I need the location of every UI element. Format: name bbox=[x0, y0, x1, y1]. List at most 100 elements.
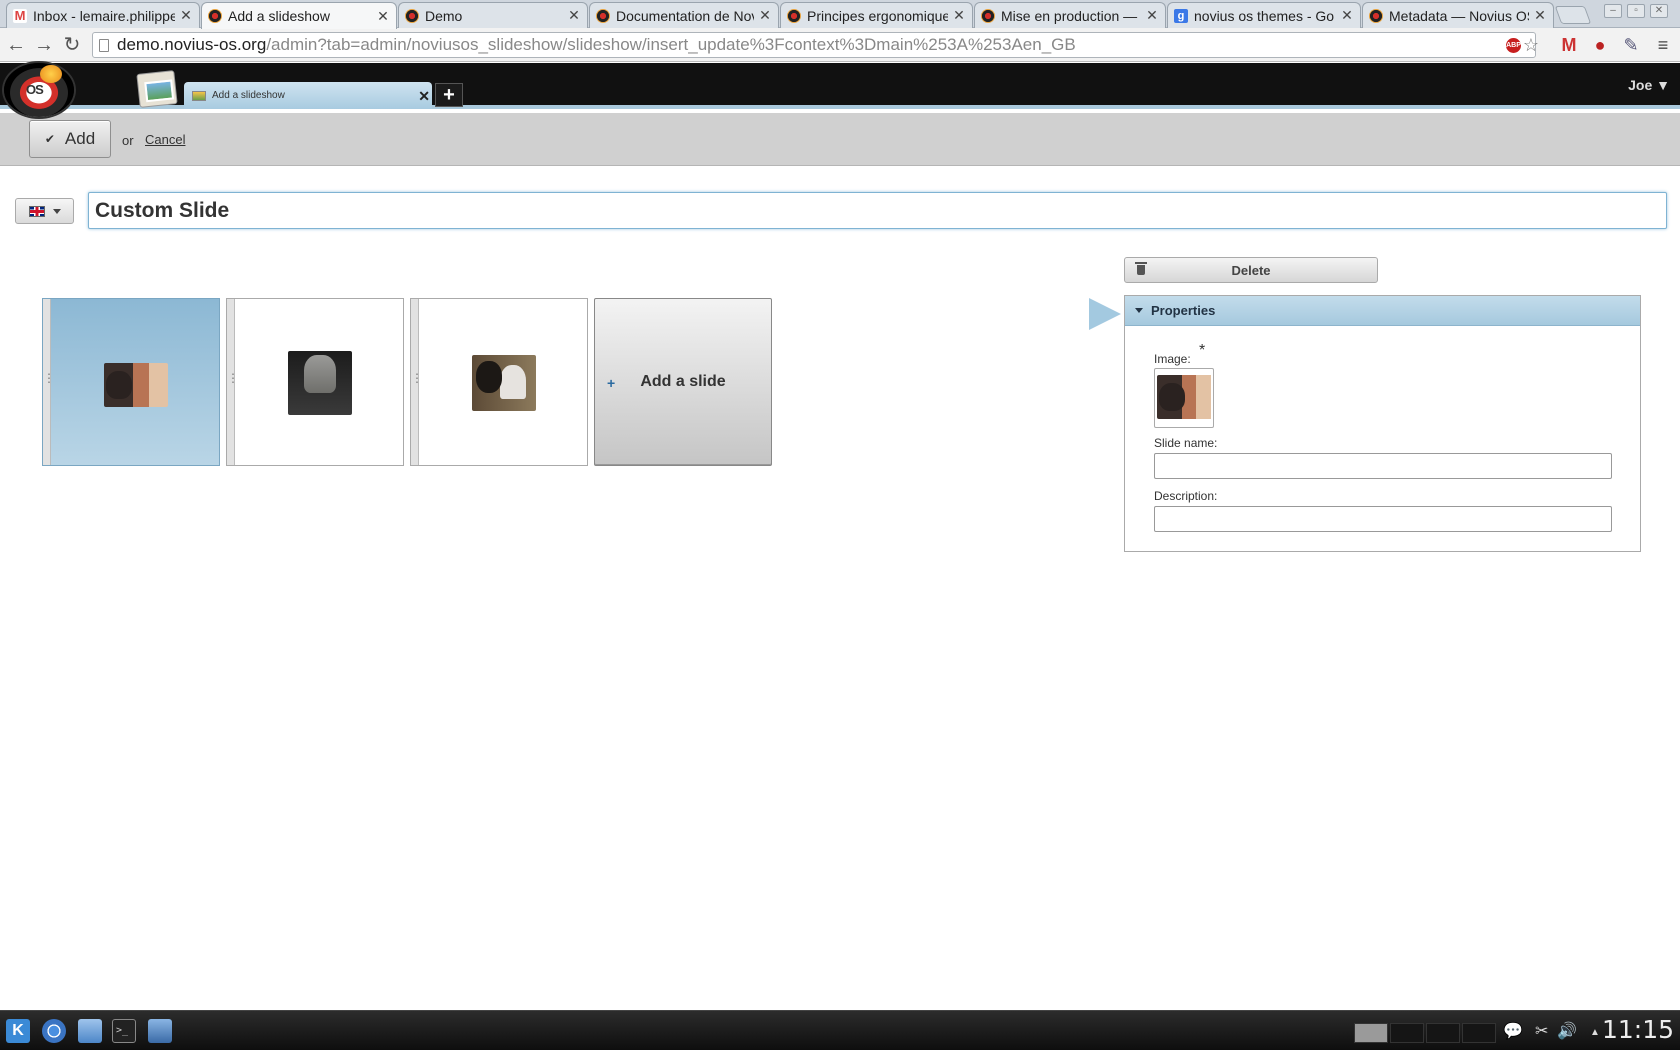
url-path: /admin?tab=admin/noviusos_slideshow/slid… bbox=[266, 35, 1076, 54]
tab-title: novius os themes - Go bbox=[1194, 7, 1335, 24]
slide-item[interactable] bbox=[42, 298, 220, 466]
browser-tab-documentation[interactable]: Documentation de Nov ✕ bbox=[589, 2, 779, 28]
page-icon bbox=[99, 38, 109, 52]
tab-title: Demo bbox=[425, 7, 463, 24]
browser-toolbar: ← → ↻ demo.novius-os.org/admin?tab=admin… bbox=[0, 28, 1680, 62]
menu-icon[interactable]: ≡ bbox=[1652, 34, 1674, 56]
gmail-extension-icon[interactable]: M bbox=[1558, 34, 1580, 56]
forward-arrow-icon[interactable]: → bbox=[32, 33, 56, 57]
desktop-pager-2[interactable] bbox=[1390, 1023, 1424, 1043]
add-slide-button[interactable]: + Add a slide bbox=[594, 298, 772, 466]
browser-tab-inbox[interactable]: M Inbox - lemaire.philippe ✕ bbox=[6, 2, 200, 28]
desktop-pager-3[interactable] bbox=[1426, 1023, 1460, 1043]
close-icon[interactable]: ✕ bbox=[376, 8, 390, 25]
file-manager-icon[interactable] bbox=[78, 1019, 102, 1043]
cancel-link[interactable]: Cancel bbox=[145, 132, 185, 147]
browser-tab-mise-en-production[interactable]: Mise en production — ✕ bbox=[974, 2, 1166, 28]
delete-button[interactable]: Delete bbox=[1124, 257, 1378, 283]
bookmark-star-icon[interactable]: ☆ bbox=[1523, 35, 1539, 56]
scissors-icon[interactable]: ✂ bbox=[1535, 1021, 1548, 1041]
novius-tab-add-slideshow[interactable]: Add a slideshow ✕ bbox=[184, 82, 432, 109]
properties-panel: Properties Image: * Slide name: Descript… bbox=[1124, 295, 1641, 552]
slideshow-icon bbox=[192, 90, 206, 101]
browser-tab-add-slideshow[interactable]: Add a slideshow ✕ bbox=[201, 2, 397, 29]
minimize-icon[interactable]: – bbox=[1604, 4, 1622, 18]
tab-title: Mise en production — bbox=[1001, 7, 1138, 24]
add-tab-button[interactable]: + bbox=[435, 83, 463, 107]
novius-icon bbox=[981, 8, 995, 23]
close-icon[interactable]: ✕ bbox=[418, 88, 430, 105]
properties-header[interactable]: Properties bbox=[1125, 296, 1640, 326]
slideshow-title-input[interactable] bbox=[88, 192, 1667, 229]
screenshot-icon[interactable] bbox=[148, 1019, 172, 1043]
slide-item[interactable] bbox=[410, 298, 588, 466]
clock[interactable]: 11:15 bbox=[1602, 1015, 1674, 1044]
drag-handle[interactable] bbox=[411, 299, 419, 465]
description-label: Description: bbox=[1154, 489, 1218, 503]
add-slide-label: Add a slide bbox=[640, 373, 726, 390]
close-icon[interactable]: ✕ bbox=[952, 7, 966, 24]
novius-tab-title: Add a slideshow bbox=[212, 90, 285, 101]
tab-title: Add a slideshow bbox=[228, 8, 330, 24]
logo-orb bbox=[40, 65, 62, 83]
eyedropper-icon[interactable]: ✎ bbox=[1620, 34, 1642, 56]
reload-icon[interactable]: ↻ bbox=[60, 33, 84, 57]
close-icon[interactable]: ✕ bbox=[179, 7, 193, 24]
required-mark: * bbox=[1199, 342, 1206, 359]
novius-icon bbox=[787, 8, 801, 23]
browser-tab-principes[interactable]: Principes ergonomique ✕ bbox=[780, 2, 973, 28]
close-icon[interactable]: ✕ bbox=[1340, 7, 1354, 24]
drag-handle[interactable] bbox=[227, 299, 235, 465]
gmail-icon: M bbox=[13, 7, 27, 23]
close-icon[interactable]: ✕ bbox=[567, 7, 581, 24]
tab-title: Metadata — Novius OS bbox=[1389, 7, 1529, 24]
maximize-icon[interactable]: ▫ bbox=[1627, 4, 1645, 18]
image-picker[interactable] bbox=[1154, 368, 1214, 428]
browser-tab-google-search[interactable]: g novius os themes - Go ✕ bbox=[1167, 2, 1361, 28]
volume-icon[interactable]: 🔊 bbox=[1557, 1021, 1577, 1041]
address-bar[interactable]: demo.novius-os.org/admin?tab=admin/noviu… bbox=[92, 32, 1539, 58]
novius-icon bbox=[208, 9, 222, 23]
extension-icon[interactable]: ● bbox=[1589, 34, 1611, 56]
chat-icon[interactable]: 💬 bbox=[1503, 1021, 1523, 1041]
or-text: or bbox=[122, 133, 134, 148]
close-icon[interactable]: ✕ bbox=[758, 7, 772, 24]
add-button[interactable]: ✔ Add bbox=[29, 120, 111, 158]
applications-icon[interactable] bbox=[136, 70, 178, 108]
terminal-icon[interactable]: >_ bbox=[112, 1019, 136, 1043]
slide-item[interactable] bbox=[226, 298, 404, 466]
url-host: demo.novius-os.org bbox=[117, 35, 267, 54]
tab-title: Documentation de Nov bbox=[616, 7, 754, 24]
slide-thumbnail bbox=[104, 363, 168, 407]
novius-icon bbox=[1369, 8, 1383, 23]
close-icon[interactable]: ✕ bbox=[1145, 7, 1159, 24]
close-window-icon[interactable]: ✕ bbox=[1650, 4, 1668, 18]
novius-logo[interactable]: OS bbox=[0, 61, 80, 119]
desktop-pager-4[interactable] bbox=[1462, 1023, 1496, 1043]
delete-button-label: Delete bbox=[1231, 262, 1271, 278]
browser-tab-metadata[interactable]: Metadata — Novius OS ✕ bbox=[1362, 2, 1554, 28]
tray-expand-icon[interactable]: ▲ bbox=[1590, 1027, 1600, 1038]
language-selector[interactable] bbox=[15, 198, 74, 224]
back-arrow-icon[interactable]: ← bbox=[4, 33, 28, 57]
new-tab-button[interactable] bbox=[1554, 6, 1592, 24]
image-thumbnail bbox=[1157, 375, 1211, 419]
user-menu[interactable]: Joe ▼ bbox=[1628, 77, 1670, 93]
slide-thumbnail bbox=[472, 355, 536, 411]
drag-handle[interactable] bbox=[43, 299, 51, 465]
browser-tab-demo[interactable]: Demo ✕ bbox=[398, 2, 588, 28]
kde-launcher-icon[interactable]: K bbox=[6, 1019, 30, 1043]
desktop-pager-1[interactable] bbox=[1354, 1023, 1388, 1043]
chromium-icon[interactable] bbox=[42, 1019, 66, 1043]
slide-name-input[interactable] bbox=[1154, 453, 1612, 479]
close-icon[interactable]: ✕ bbox=[1533, 7, 1547, 24]
description-input[interactable] bbox=[1154, 506, 1612, 532]
adblock-icon[interactable]: ABP bbox=[1506, 38, 1521, 53]
tab-title: Principes ergonomique bbox=[807, 7, 948, 24]
image-label: Image: bbox=[1154, 352, 1191, 366]
action-bar: ✔ Add or Cancel bbox=[0, 113, 1680, 166]
novius-icon bbox=[405, 8, 419, 23]
image-picker-preview bbox=[1157, 371, 1211, 425]
uk-flag-icon bbox=[28, 205, 45, 217]
logo-text: OS bbox=[26, 82, 44, 97]
